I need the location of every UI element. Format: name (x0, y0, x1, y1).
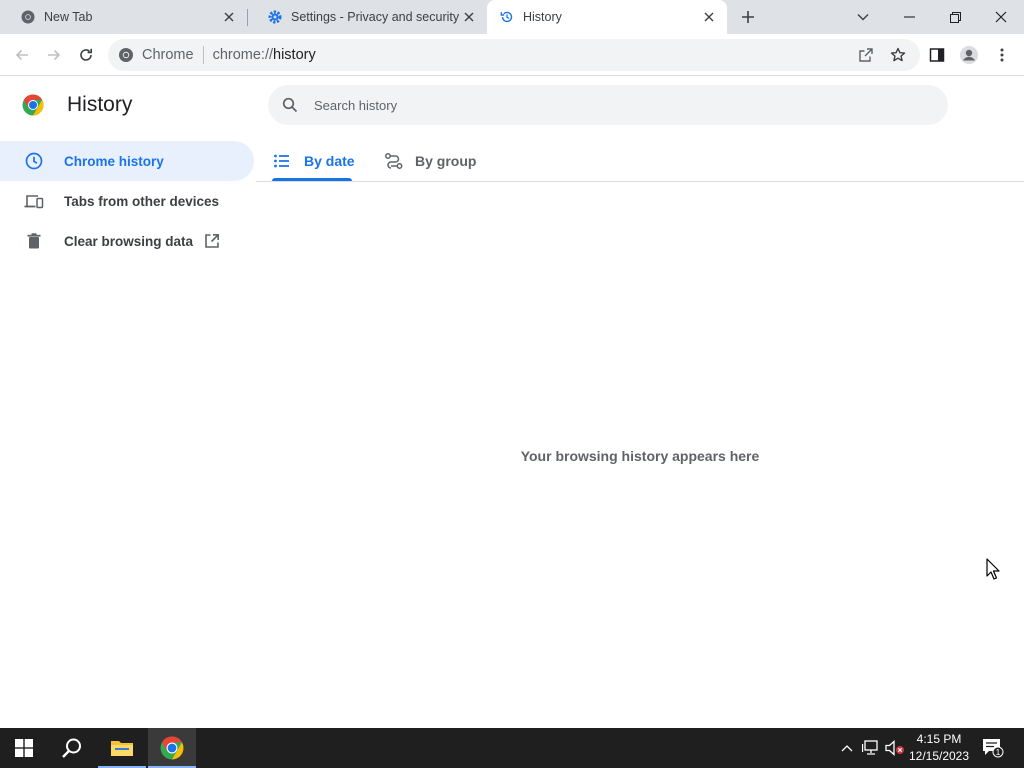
history-icon (499, 9, 515, 25)
tab-new-tab[interactable]: New Tab (0, 0, 247, 34)
profile-avatar-icon (960, 46, 978, 64)
tab-settings-privacy[interactable]: Settings - Privacy and security (247, 0, 487, 34)
close-tab-icon[interactable] (461, 9, 477, 25)
clock-time: 4:15 PM (916, 732, 962, 746)
network-status-button[interactable] (860, 728, 882, 768)
tab-history[interactable]: History (487, 0, 727, 34)
windows-taskbar: 4:15 PM 12/15/2023 1 (0, 728, 1024, 768)
back-button[interactable] (8, 41, 36, 69)
arrow-left-icon (15, 49, 28, 61)
url-path: history (273, 47, 316, 63)
site-chip-label: Chrome (142, 47, 194, 63)
folder-icon (111, 741, 133, 756)
share-icon (859, 48, 873, 62)
site-info-chip[interactable]: Chrome (118, 47, 194, 63)
sidebar-item-chrome-history[interactable]: Chrome history (0, 141, 254, 181)
taskbar-file-explorer[interactable] (98, 728, 146, 768)
share-button[interactable] (852, 41, 880, 69)
chrome-icon (20, 9, 36, 25)
chevron-up-icon (841, 745, 853, 752)
search-icon[interactable] (282, 96, 300, 114)
trash-icon (24, 231, 44, 251)
sidebar-item-label: Clear browsing data (64, 233, 194, 249)
minimize-icon (903, 16, 915, 18)
search-icon (62, 738, 81, 758)
sidebar-item-label: Tabs from other devices (64, 193, 220, 209)
active-tab-indicator (272, 178, 352, 181)
profile-button[interactable] (955, 41, 983, 69)
empty-history-message: Your browsing history appears here (520, 448, 760, 464)
tab-by-date[interactable]: By date (274, 140, 355, 182)
reload-button[interactable] (72, 41, 100, 69)
chevron-down-icon (857, 14, 869, 21)
more-vert-icon (1000, 48, 1004, 62)
restore-button[interactable] (932, 0, 978, 34)
network-icon (862, 740, 878, 755)
clock-date: 12/15/2023 (908, 749, 970, 763)
group-icon (385, 152, 403, 170)
taskbar-clock[interactable]: 4:15 PM 12/15/2023 (906, 731, 972, 765)
tab-title: Settings - Privacy and security (291, 10, 460, 24)
restore-icon (949, 11, 961, 23)
windows-logo-icon (15, 739, 33, 757)
search-input[interactable] (314, 97, 874, 113)
star-icon (890, 47, 906, 62)
tab-label: By group (415, 153, 477, 169)
tab-label: By date (304, 153, 355, 169)
chrome-icon (118, 47, 134, 63)
plus-icon (742, 11, 754, 23)
tab-search-button[interactable] (840, 0, 886, 34)
sidebar-item-tabs-from-other-devices[interactable]: Tabs from other devices (0, 181, 254, 221)
close-tab-icon[interactable] (701, 9, 717, 25)
close-icon (995, 11, 1007, 23)
taskbar-chrome[interactable] (148, 728, 196, 768)
notification-icon: 1 (983, 739, 1004, 758)
open-in-new-icon (204, 233, 220, 249)
volume-muted-icon (885, 740, 904, 756)
list-icon (274, 152, 292, 170)
chrome-icon (160, 736, 184, 760)
new-tab-button[interactable] (736, 5, 760, 29)
mouse-cursor-icon (986, 558, 1000, 585)
browser-toolbar: Chrome chrome://history (0, 34, 1024, 76)
side-panel-button[interactable] (923, 41, 951, 69)
url-text[interactable]: chrome://history (213, 47, 316, 63)
search-history-bar[interactable] (268, 85, 948, 125)
tab-title: New Tab (44, 10, 93, 24)
action-center-button[interactable]: 1 (978, 728, 1008, 768)
bookmark-button[interactable] (884, 41, 912, 69)
tab-title: History (523, 10, 562, 24)
chrome-logo-icon (22, 94, 44, 116)
close-tab-icon[interactable] (221, 9, 237, 25)
close-window-button[interactable] (978, 0, 1024, 34)
history-view-tabs: By date By group (256, 140, 1024, 182)
address-bar[interactable]: Chrome chrome://history (108, 39, 920, 71)
page-title: History (67, 93, 133, 116)
tab-strip: New Tab Settings - Privacy and security … (0, 0, 1024, 34)
volume-button[interactable] (884, 728, 906, 768)
sidebar-item-clear-browsing-data[interactable]: Clear browsing data (0, 221, 254, 261)
devices-icon (24, 191, 44, 211)
settings-gear-icon (267, 9, 283, 25)
taskbar-search-button[interactable] (48, 728, 96, 768)
start-button[interactable] (0, 728, 48, 768)
arrow-right-icon (48, 49, 61, 61)
minimize-button[interactable] (886, 0, 932, 34)
forward-button[interactable] (40, 41, 68, 69)
reload-icon (80, 48, 92, 61)
side-panel-icon (929, 48, 945, 62)
omnibox-divider (202, 46, 204, 64)
url-scheme: chrome:// (212, 47, 274, 63)
tab-by-group[interactable]: By group (385, 140, 476, 182)
show-hidden-icons-button[interactable] (836, 728, 858, 768)
notification-count: 1 (996, 747, 1001, 757)
chrome-menu-button[interactable] (988, 41, 1016, 69)
clock-icon (24, 151, 44, 171)
sidebar-item-label: Chrome history (64, 153, 164, 169)
